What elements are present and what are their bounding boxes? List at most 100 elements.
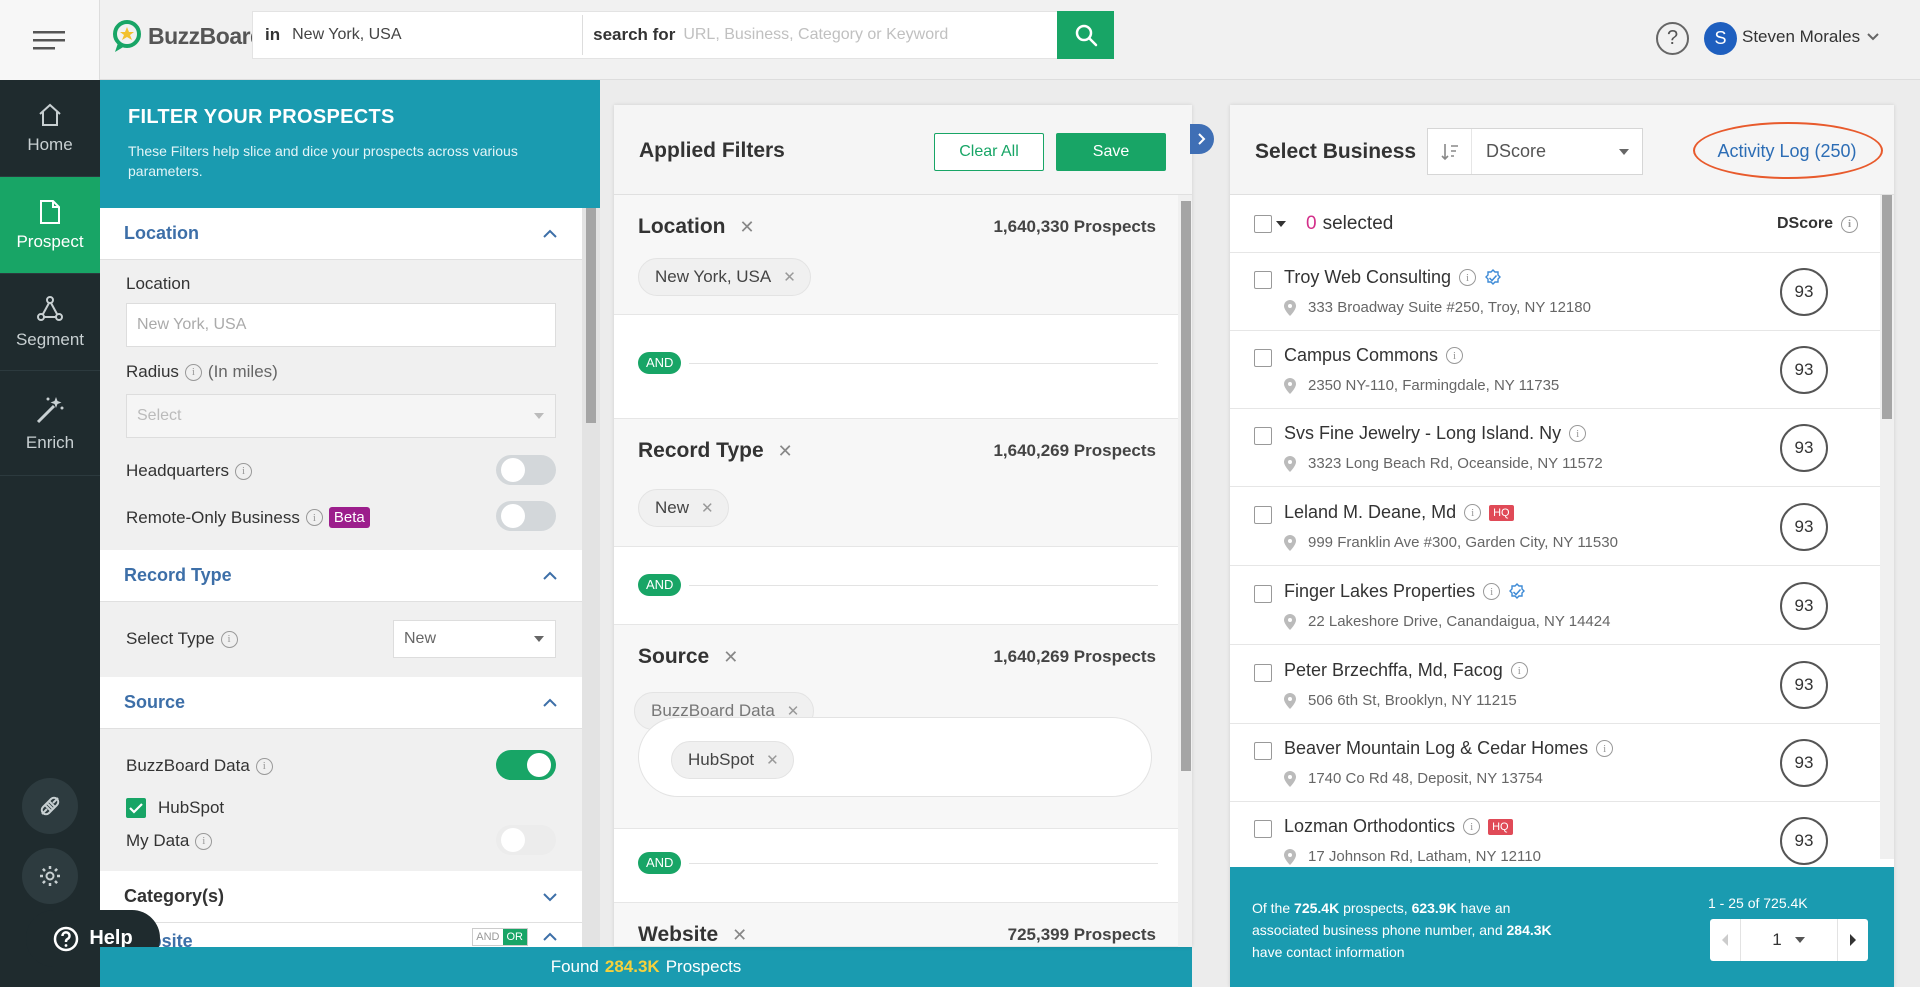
location-input[interactable]: New York, USA (126, 303, 556, 347)
prev-page-button[interactable] (1710, 919, 1740, 961)
info-icon[interactable]: i (1464, 504, 1482, 521)
avatar[interactable]: S (1704, 22, 1737, 55)
business-name[interactable]: Campus Commons (1284, 345, 1438, 366)
settings-button[interactable] (22, 848, 78, 904)
left-nav: Home Prospect Segment Enrich (0, 80, 100, 987)
caret-down-icon[interactable] (1276, 221, 1286, 228)
business-row[interactable]: Finger Lakes Properties i 22 Lakeshore Dri… (1230, 567, 1880, 645)
info-icon[interactable]: i (1483, 583, 1501, 600)
row-checkbox[interactable] (1254, 820, 1272, 838)
radius-select[interactable]: Select (126, 394, 556, 438)
location-section-header[interactable]: Location (100, 208, 582, 260)
source-section-header[interactable]: Source (100, 677, 582, 729)
sort-select[interactable]: DScore (1427, 128, 1643, 175)
nav-prospect[interactable]: Prospect (0, 177, 100, 274)
nav-segment[interactable]: Segment (0, 274, 100, 371)
and-badge: AND (638, 852, 682, 874)
map-pin-icon (1284, 534, 1296, 551)
buzzboard-data-toggle[interactable] (496, 750, 556, 780)
nav-enrich[interactable]: Enrich (0, 371, 100, 476)
remote-only-toggle[interactable] (496, 501, 556, 531)
nav-home[interactable]: Home (0, 80, 100, 177)
row-checkbox[interactable] (1254, 271, 1272, 289)
business-row[interactable]: Beaver Mountain Log & Cedar Homes i 1740 C… (1230, 724, 1880, 802)
record-type-section-header[interactable]: Record Type (100, 550, 582, 602)
business-name[interactable]: Leland M. Deane, Md (1284, 502, 1456, 523)
info-icon[interactable]: i (220, 630, 238, 648)
business-name[interactable]: Lozman Orthodontics (1284, 816, 1455, 837)
or-option[interactable]: OR (502, 929, 527, 945)
segment-icon (37, 295, 63, 321)
info-icon[interactable]: i (1510, 662, 1528, 679)
integrations-button[interactable] (22, 778, 78, 834)
scrollbar-thumb[interactable] (586, 208, 596, 423)
business-row[interactable]: Svs Fine Jewelry - Long Island. Ny i 3323 … (1230, 409, 1880, 487)
clear-all-button[interactable]: Clear All (934, 133, 1044, 171)
remove-filter-icon[interactable]: ✕ (732, 925, 747, 946)
applied-location-section: Location ✕ 1,640,330 Prospects New York,… (614, 195, 1178, 419)
info-icon[interactable]: i (195, 832, 213, 850)
info-icon[interactable]: i (1459, 269, 1477, 286)
dscore-badge: 93 (1780, 817, 1828, 865)
info-icon[interactable]: i (1463, 818, 1481, 835)
record-type-select[interactable]: New (393, 620, 556, 658)
filter-scrollbar[interactable] (582, 208, 600, 947)
search-button[interactable] (1057, 11, 1114, 59)
headquarters-toggle[interactable] (496, 455, 556, 485)
info-icon[interactable]: i (1841, 215, 1858, 233)
row-checkbox[interactable] (1254, 585, 1272, 603)
remove-filter-icon[interactable]: ✕ (740, 217, 755, 238)
page-select[interactable]: 1 (1740, 919, 1838, 961)
row-checkbox[interactable] (1254, 742, 1272, 760)
remove-filter-icon[interactable]: ✕ (778, 441, 793, 462)
remove-filter-icon[interactable]: ✕ (723, 647, 738, 668)
business-name[interactable]: Troy Web Consulting (1284, 267, 1451, 288)
and-or-toggle[interactable]: AND OR (472, 928, 528, 946)
row-checkbox[interactable] (1254, 664, 1272, 682)
info-icon[interactable]: i (1596, 740, 1614, 757)
business-scrollbar[interactable] (1880, 195, 1894, 859)
business-row[interactable]: Troy Web Consulting i 333 Broadway Suite #… (1230, 253, 1880, 331)
next-page-button[interactable] (1838, 919, 1868, 961)
and-option[interactable]: AND (473, 929, 502, 945)
row-checkbox[interactable] (1254, 506, 1272, 524)
headquarters-label: Headquarters (126, 461, 230, 480)
search-input[interactable] (683, 12, 1057, 58)
hamburger-menu-button[interactable] (0, 0, 100, 80)
save-button[interactable]: Save (1056, 133, 1166, 171)
my-data-toggle[interactable] (496, 825, 556, 855)
business-row[interactable]: Leland M. Deane, Md i HQ 999 Franklin Ave #… (1230, 488, 1880, 566)
info-icon[interactable]: i (255, 757, 273, 775)
select-all-checkbox[interactable] (1254, 215, 1272, 233)
business-name[interactable]: Finger Lakes Properties (1284, 581, 1475, 602)
business-row[interactable]: Peter Brzechffa, Md, Facog i 506 6th St, B… (1230, 646, 1880, 724)
collapse-panel-button[interactable] (1190, 124, 1214, 154)
category-section-header[interactable]: Category(s) (100, 871, 582, 923)
info-icon[interactable]: i (305, 509, 323, 526)
search-location-field[interactable]: New York, USA (292, 26, 582, 44)
scrollbar-thumb[interactable] (1882, 195, 1892, 419)
business-name[interactable]: Svs Fine Jewelry - Long Island. Ny (1284, 423, 1561, 444)
help-question-icon[interactable]: ? (1656, 22, 1689, 55)
website-section-header[interactable]: Website AND OR (100, 923, 582, 947)
chip-remove-icon[interactable]: ✕ (766, 751, 779, 769)
info-icon[interactable]: i (1569, 425, 1587, 442)
business-name[interactable]: Peter Brzechffa, Md, Facog (1284, 660, 1503, 681)
business-row[interactable]: Campus Commons i 2350 NY-110, Farmingdale,… (1230, 331, 1880, 409)
business-name[interactable]: Beaver Mountain Log & Cedar Homes (1284, 738, 1588, 759)
user-menu[interactable]: Steven Morales (1742, 27, 1880, 47)
brand-logo[interactable]: BuzzBoard (112, 16, 264, 56)
chip-remove-icon[interactable]: ✕ (701, 499, 714, 517)
scrollbar-thumb[interactable] (1181, 201, 1191, 771)
info-icon[interactable]: i (184, 363, 202, 381)
row-checkbox[interactable] (1254, 427, 1272, 445)
applied-scrollbar[interactable] (1178, 195, 1192, 947)
and-or-switch[interactable]: AND OR (472, 928, 558, 946)
chip-remove-icon[interactable]: ✕ (783, 268, 796, 286)
info-icon[interactable]: i (1446, 347, 1464, 364)
row-checkbox[interactable] (1254, 349, 1272, 367)
business-row[interactable]: Lozman Orthodontics i HQ 17 Johnson Rd, Lat… (1230, 802, 1880, 867)
checkbox-checked[interactable] (126, 798, 146, 818)
info-icon[interactable]: i (235, 462, 253, 480)
applied-section-title: Source (638, 645, 710, 668)
